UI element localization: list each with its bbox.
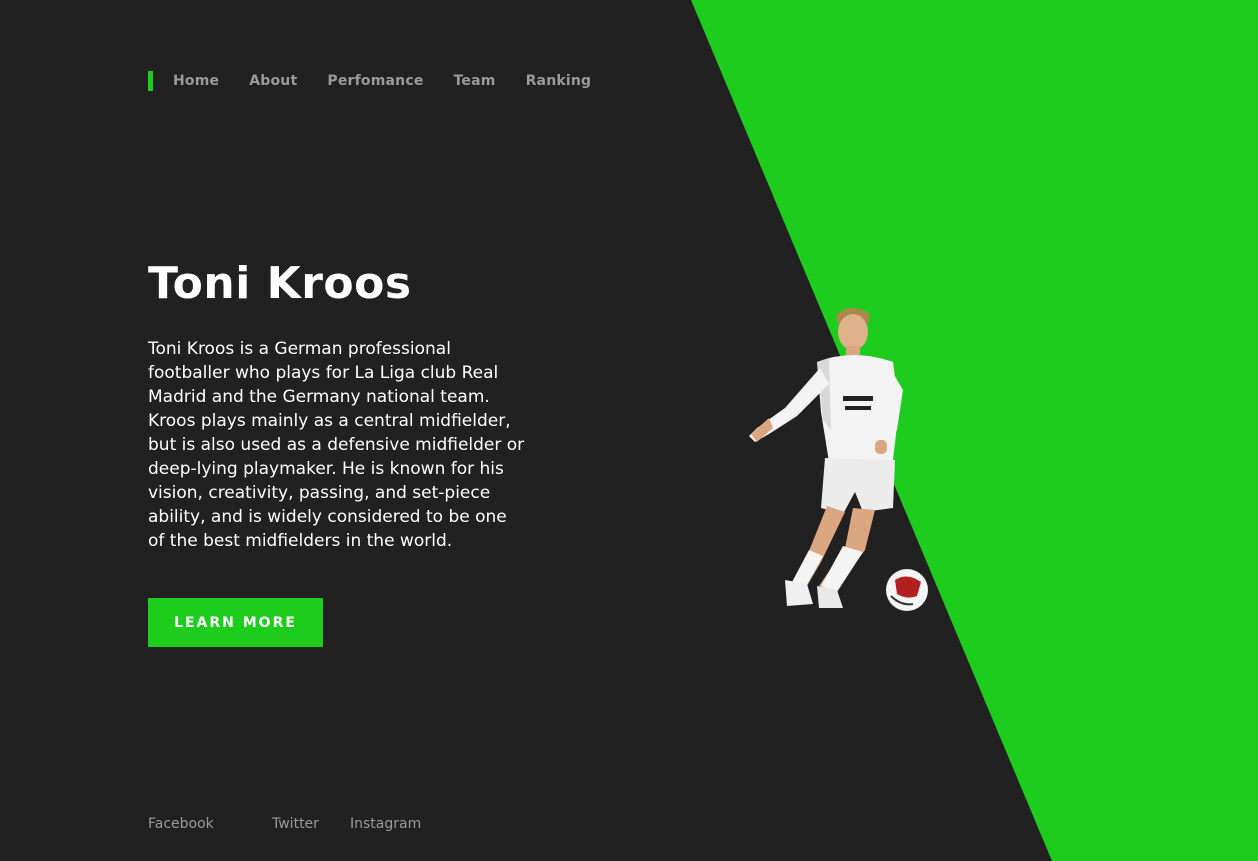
hero-description: Toni Kroos is a German professional foot…: [148, 339, 525, 551]
nav-item-home[interactable]: Home: [173, 73, 219, 89]
main-nav: Home About Perfomance Team Ranking: [148, 71, 621, 91]
hero-title: Toni Kroos: [148, 258, 412, 309]
learn-more-button[interactable]: LEARN MORE: [148, 598, 323, 647]
nav-item-perfomance[interactable]: Perfomance: [327, 73, 423, 89]
nav-active-marker: [148, 71, 153, 91]
facebook-link[interactable]: Facebook: [148, 816, 214, 832]
nav-item-ranking[interactable]: Ranking: [526, 73, 592, 89]
instagram-link[interactable]: Instagram: [350, 816, 421, 832]
player-image: [749, 308, 928, 611]
page: Home About Perfomance Team Ranking Toni …: [0, 0, 1258, 861]
twitter-link[interactable]: Twitter: [272, 816, 319, 832]
nav-item-team[interactable]: Team: [454, 73, 496, 89]
nav-item-about[interactable]: About: [249, 73, 297, 89]
